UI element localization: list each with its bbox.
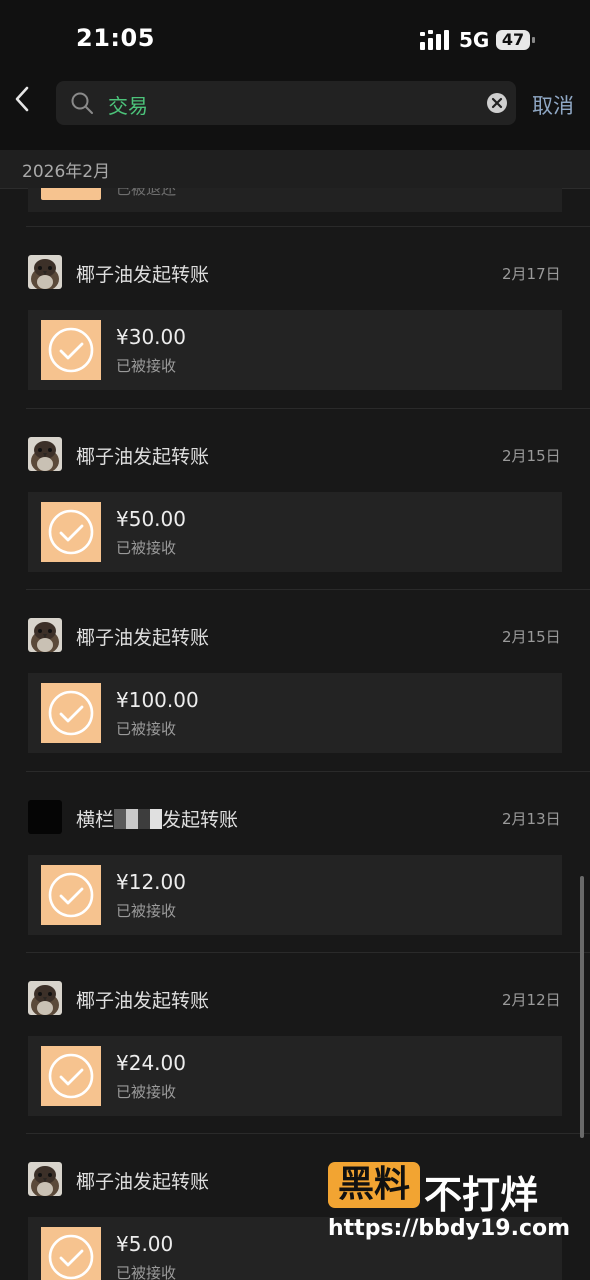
cancel-button[interactable]: 取消 [532, 90, 574, 120]
record-date: 2月12日 [502, 991, 561, 1009]
transfer-card[interactable]: ¥30.00 已被接收 [28, 310, 562, 390]
record-title: 椰子油发起转账 [76, 446, 210, 468]
transfer-icon [41, 320, 101, 380]
transfer-icon [41, 188, 101, 200]
transfer-card[interactable]: ¥12.00 已被接收 [28, 855, 562, 935]
watermark: 黑料 不打烊 https://bbdy19.com [328, 1162, 574, 1248]
avatar [28, 618, 62, 652]
record-date: 2月15日 [502, 628, 561, 646]
network-type: 5G [459, 28, 490, 52]
record-status: 已被接收 [116, 1264, 177, 1280]
transaction-record[interactable]: 横栏 发起转账 2月13日 ¥12.00 已被接收 [0, 772, 590, 953]
record-title: 椰子油发起转账 [76, 264, 210, 286]
transaction-record[interactable]: 椰子油发起转账 2月15日 ¥100.00 已被接收 [0, 590, 590, 771]
record-status: 已被接收 [116, 720, 177, 738]
record-status: 已被接收 [116, 902, 177, 920]
search-input[interactable] [106, 81, 470, 127]
record-status: 已被接收 [116, 539, 177, 557]
month-label: 2026年2月 [22, 162, 111, 182]
transaction-record[interactable]: 椰子油发起转账 2月12日 ¥24.00 已被接收 [0, 953, 590, 1134]
battery-icon: 47 [496, 30, 536, 50]
avatar [28, 800, 62, 834]
partial-status: 已被退还 [116, 188, 177, 198]
search-header: 取消 [0, 70, 590, 150]
watermark-text: 不打烊 [424, 1173, 539, 1217]
watermark-logo: 黑料 [328, 1162, 420, 1208]
watermark-url: https://bbdy19.com [328, 1216, 571, 1241]
transfer-card[interactable]: ¥50.00 已被接收 [28, 492, 562, 572]
transfer-icon [41, 1227, 101, 1280]
scrollbar[interactable] [580, 876, 584, 1138]
record-amount: ¥50.00 [116, 507, 186, 531]
avatar [28, 255, 62, 289]
status-time: 21:05 [76, 24, 155, 52]
search-box[interactable] [56, 81, 516, 127]
record-date: 2月17日 [502, 265, 561, 283]
record-title: 椰子油发起转账 [76, 1171, 210, 1193]
transaction-record[interactable]: 椰子油发起转账 2月15日 ¥50.00 已被接收 [0, 409, 590, 590]
transfer-card[interactable]: ¥100.00 已被接收 [28, 673, 562, 753]
partial-transfer-card[interactable]: 已被退还 [28, 188, 562, 212]
transaction-record[interactable]: 椰子油发起转账 2月17日 ¥30.00 已被接收 [0, 227, 590, 408]
avatar [28, 981, 62, 1015]
transfer-icon [41, 683, 101, 743]
battery-level: 47 [496, 30, 530, 50]
redacted-name [114, 809, 163, 829]
clear-icon[interactable] [486, 92, 508, 114]
transfer-icon [41, 865, 101, 925]
transfer-icon [41, 1046, 101, 1106]
record-title: 横栏 发起转账 [76, 809, 239, 831]
record-date: 2月13日 [502, 810, 561, 828]
record-title: 椰子油发起转账 [76, 627, 210, 649]
record-status: 已被接收 [116, 357, 177, 375]
search-icon [71, 92, 93, 114]
record-amount: ¥30.00 [116, 325, 186, 349]
record-amount: ¥5.00 [116, 1232, 174, 1256]
signal-icon [420, 30, 449, 50]
record-title: 椰子油发起转账 [76, 990, 210, 1012]
record-date: 2月15日 [502, 447, 561, 465]
transaction-list[interactable]: 已被退还 椰子油发起转账 2月17日 ¥30.00 已被接收 椰子油发起转账 2… [0, 188, 590, 1280]
transfer-icon [41, 502, 101, 562]
record-amount: ¥100.00 [116, 688, 199, 712]
status-bar: 21:05 5G 47 [0, 0, 590, 70]
record-amount: ¥12.00 [116, 870, 186, 894]
record-amount: ¥24.00 [116, 1051, 186, 1075]
month-header: 2026年2月 [0, 150, 590, 189]
back-arrow-icon[interactable] [10, 84, 36, 114]
record-status: 已被接收 [116, 1083, 177, 1101]
transfer-card[interactable]: ¥24.00 已被接收 [28, 1036, 562, 1116]
avatar [28, 437, 62, 471]
avatar [28, 1162, 62, 1196]
